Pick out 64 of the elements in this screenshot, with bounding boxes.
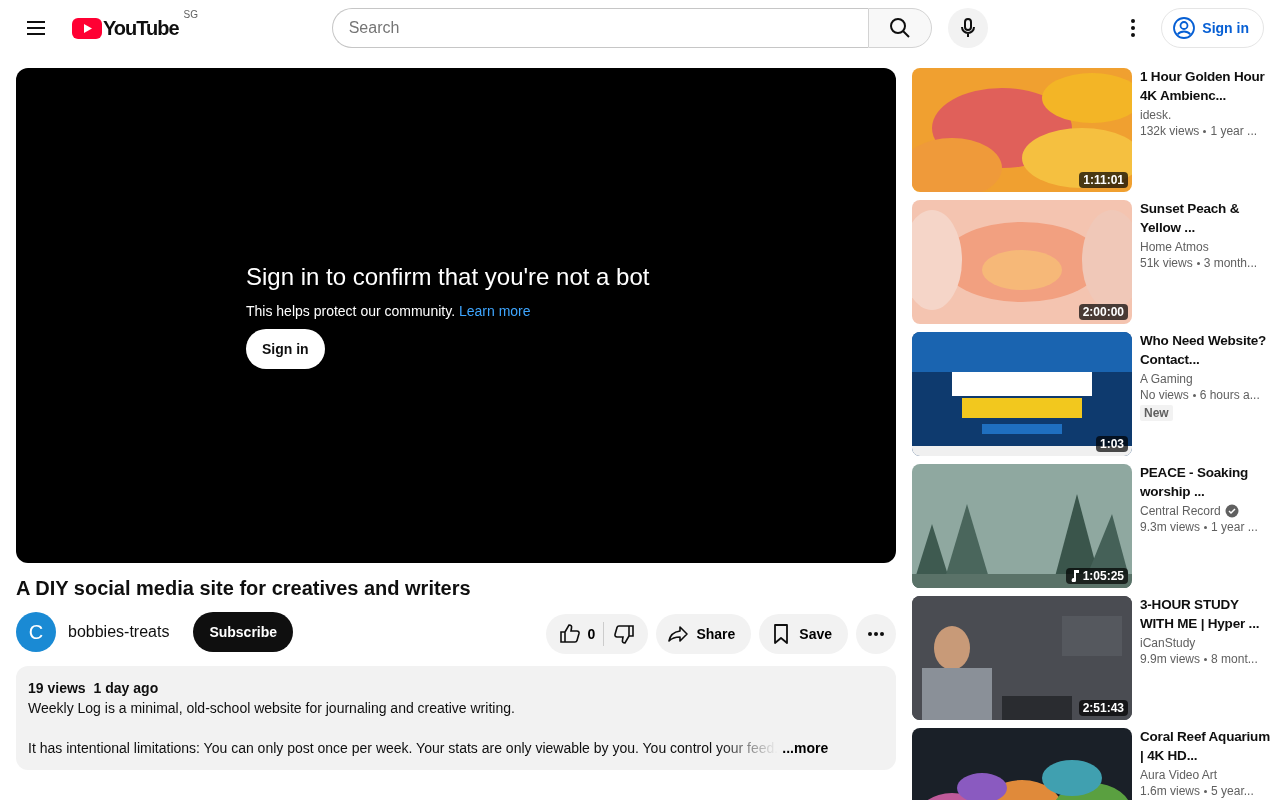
channel-name[interactable]: Home Atmos <box>1140 238 1209 256</box>
more-link[interactable]: ...more <box>778 740 829 756</box>
view-count: 19 views <box>28 679 86 698</box>
separator-dot <box>1204 526 1208 529</box>
sign-in-button[interactable]: Sign in <box>246 328 325 369</box>
video-title[interactable]: Who Need Website? Contact... <box>1140 331 1272 369</box>
channel-name[interactable]: iCanStudy <box>1140 634 1196 652</box>
play-logo-icon[interactable] <box>72 17 102 39</box>
subscribe-button[interactable]: Subscribe <box>193 612 294 652</box>
more-icon <box>868 632 884 636</box>
duration-badge: 1:03 <box>1095 436 1128 452</box>
microphone-button[interactable] <box>947 8 988 48</box>
upload-date: 1 day ago <box>93 679 159 698</box>
view-count: 1.6m views <box>1140 784 1201 799</box>
separator-dot <box>1192 394 1196 397</box>
duration-badge: 1:11:01 <box>1079 172 1128 188</box>
upload-age: 5 year... <box>1211 784 1254 799</box>
view-count: 9.3m views <box>1140 520 1201 535</box>
video-title[interactable]: Coral Reef Aquarium | 4K HD... <box>1140 727 1272 765</box>
like-button[interactable]: 0 <box>549 614 604 654</box>
separator-dot <box>1204 658 1208 661</box>
separator-dot <box>1196 262 1200 265</box>
region-code: SG <box>183 8 199 20</box>
duration-badge: 1:05:25 <box>1065 568 1128 584</box>
upload-age: 8 mont... <box>1211 652 1258 667</box>
new-badge: New <box>1140 405 1173 421</box>
description-text: Weekly Log is a minimal, old-school website for journaling and creative writing. <box>28 699 516 718</box>
sign-in-button[interactable]: Sign in <box>1161 8 1264 48</box>
video-title[interactable]: Sunset Peach & Yellow ... <box>1140 199 1272 237</box>
channel-name[interactable]: Central Record <box>1140 502 1221 520</box>
channel-name[interactable]: bobbies-treats <box>68 623 170 641</box>
search-field[interactable]: Search <box>331 8 868 48</box>
thumbs-up-icon <box>557 622 582 646</box>
view-count: 9.9m views <box>1140 652 1201 667</box>
upload-age: 1 year ... <box>1211 520 1258 535</box>
bot-check-heading: Sign in to confirm that you're not a bot <box>246 262 651 291</box>
upload-age: 3 month... <box>1203 256 1258 271</box>
video-title: A DIY social media site for creatives and writers <box>16 577 472 600</box>
thumbs-down-icon <box>612 622 637 646</box>
view-count: 51k views <box>1140 256 1193 271</box>
bot-check-message: This helps protect our community. Learn more <box>246 302 532 319</box>
view-count: No views <box>1140 388 1189 403</box>
channel-avatar[interactable]: C <box>16 612 56 652</box>
channel-name[interactable]: Aura Video Art <box>1140 766 1218 784</box>
video-title[interactable]: PEACE - Soaking worship ... <box>1140 463 1272 501</box>
video-title[interactable]: 1 Hour Golden Hour 4K Ambienc... <box>1140 67 1272 105</box>
channel-name[interactable]: idesk. <box>1140 106 1172 124</box>
separator-dot <box>1204 790 1208 793</box>
upload-age: 1 year ... <box>1210 124 1258 139</box>
view-count: 132k views <box>1140 124 1200 139</box>
separator-dot <box>1203 130 1207 133</box>
share-button[interactable]: Share <box>656 614 752 654</box>
save-button[interactable]: Save <box>759 614 848 654</box>
more-actions-button[interactable] <box>856 614 896 654</box>
video-title[interactable]: 3-HOUR STUDY WITH ME | Hyper ... <box>1140 595 1272 633</box>
duration-badge: 2:51:43 <box>1078 700 1128 716</box>
account-icon <box>1172 16 1197 40</box>
channel-name[interactable]: A Gaming <box>1140 370 1193 388</box>
logo-text[interactable]: YouTube <box>103 16 179 40</box>
learn-more-link[interactable]: Learn more <box>458 302 531 319</box>
upload-age: 6 hours a... <box>1199 388 1260 403</box>
search-button[interactable] <box>867 8 932 48</box>
duration-badge: 2:00:00 <box>1078 304 1128 320</box>
search-icon <box>887 16 912 40</box>
